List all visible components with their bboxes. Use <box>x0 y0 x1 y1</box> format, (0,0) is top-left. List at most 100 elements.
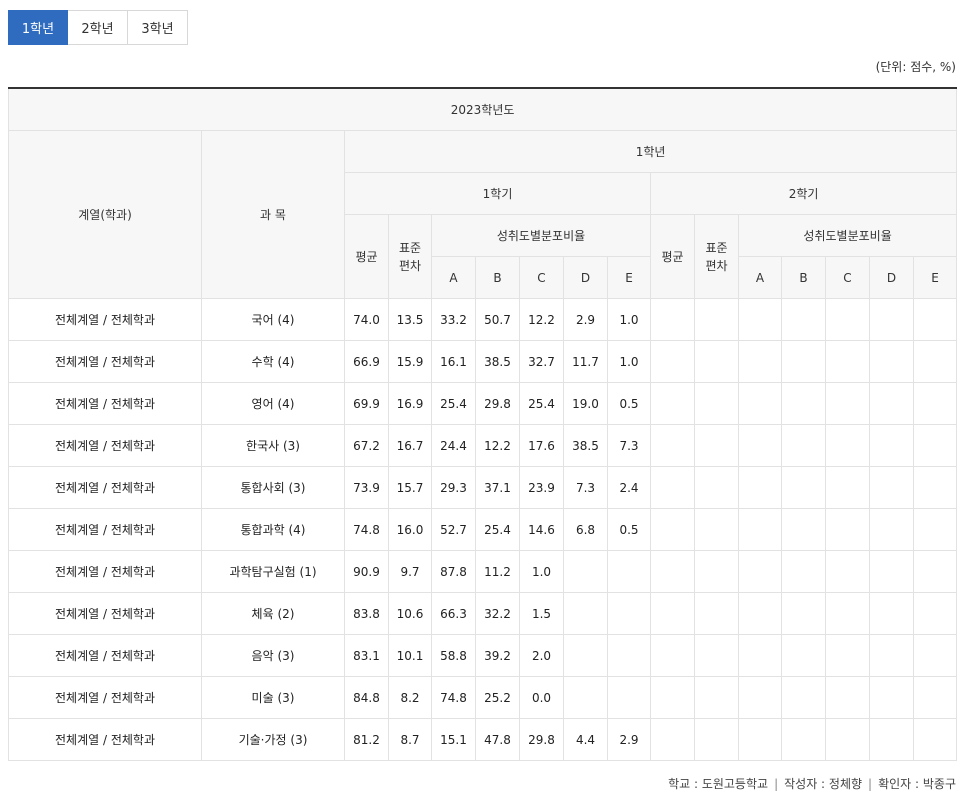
cell-sem2-empty <box>825 550 870 593</box>
cell-std: 16.9 <box>388 382 432 425</box>
cell-subject: 미술 (3) <box>201 676 345 719</box>
cell-sem2-empty <box>869 718 914 761</box>
cell-sem2-empty <box>912 634 958 677</box>
cell-dept: 전체계열 / 전체학과 <box>8 424 202 467</box>
table-row: 전체계열 / 전체학과 음악 (3) 83.1 10.1 58.8 39.2 2.0 <box>8 634 958 677</box>
cell-sem2-empty <box>694 466 739 509</box>
cell-std: 8.7 <box>388 718 432 761</box>
cell-avg: 67.2 <box>344 424 389 467</box>
cell-e: 2.4 <box>607 466 651 509</box>
cell-c: 17.6 <box>519 424 564 467</box>
cell-sem2-empty <box>781 298 826 341</box>
grade-tabs: 1학년 2학년 3학년 <box>8 10 188 45</box>
cell-std: 8.2 <box>388 676 432 719</box>
grade-e-header: E <box>607 256 651 299</box>
cell-sem2-empty <box>912 382 958 425</box>
cell-std: 13.5 <box>388 298 432 341</box>
tab-grade-2[interactable]: 2학년 <box>68 10 128 45</box>
cell-avg: 74.8 <box>344 508 389 551</box>
cell-sem2-empty <box>869 466 914 509</box>
cell-e: 7.3 <box>607 424 651 467</box>
cell-subject: 통합사회 (3) <box>201 466 345 509</box>
cell-sem2-empty <box>869 550 914 593</box>
cell-e: 2.9 <box>607 718 651 761</box>
cell-sem2-empty <box>912 508 958 551</box>
cell-sem2-empty <box>869 298 914 341</box>
tab-grade-3[interactable]: 3학년 <box>128 10 188 45</box>
cell-a: 52.7 <box>431 508 476 551</box>
table-row: 전체계열 / 전체학과 수학 (4) 66.9 15.9 16.1 38.5 32.7 11.… <box>8 340 958 383</box>
cell-d: 2.9 <box>563 298 608 341</box>
cell-sem2-empty <box>694 340 739 383</box>
cell-sem2-empty <box>825 424 870 467</box>
cell-e <box>607 634 651 677</box>
cell-a: 66.3 <box>431 592 476 635</box>
grade-d-header: D <box>869 256 914 299</box>
cell-sem2-empty <box>781 424 826 467</box>
cell-sem2-empty <box>650 718 695 761</box>
cell-sem2-empty <box>738 676 782 719</box>
cell-sem2-empty <box>650 550 695 593</box>
cell-std: 9.7 <box>388 550 432 593</box>
cell-sem2-empty <box>650 340 695 383</box>
avg-header-sem1: 평균 <box>344 214 389 299</box>
cell-avg: 69.9 <box>344 382 389 425</box>
cell-e: 0.5 <box>607 382 651 425</box>
cell-b: 39.2 <box>475 634 520 677</box>
cell-subject: 한국사 (3) <box>201 424 345 467</box>
cell-d: 7.3 <box>563 466 608 509</box>
cell-b: 25.4 <box>475 508 520 551</box>
cell-subject: 음악 (3) <box>201 634 345 677</box>
cell-sem2-empty <box>781 550 826 593</box>
cell-sem2-empty <box>738 298 782 341</box>
tab-grade-1[interactable]: 1학년 <box>8 10 68 45</box>
cell-std: 15.9 <box>388 340 432 383</box>
cell-sem2-empty <box>869 340 914 383</box>
cell-sem2-empty <box>825 592 870 635</box>
cell-avg: 90.9 <box>344 550 389 593</box>
semester-1-header: 1학기 <box>344 172 651 215</box>
cell-sem2-empty <box>738 340 782 383</box>
dist-header-sem2: 성취도별분포비율 <box>737 214 958 257</box>
cell-avg: 81.2 <box>344 718 389 761</box>
cell-sem2-empty <box>869 424 914 467</box>
cell-sem2-empty <box>781 508 826 551</box>
cell-avg: 66.9 <box>344 340 389 383</box>
cell-e: 1.0 <box>607 340 651 383</box>
cell-sem2-empty <box>738 508 782 551</box>
dept-header: 계열(학과) <box>8 130 202 299</box>
cell-sem2-empty <box>912 718 958 761</box>
cell-sem2-empty <box>869 508 914 551</box>
table-row: 전체계열 / 전체학과 영어 (4) 69.9 16.9 25.4 29.8 25.4 19.… <box>8 382 958 425</box>
cell-sem2-empty <box>738 382 782 425</box>
cell-dept: 전체계열 / 전체학과 <box>8 634 202 677</box>
cell-sem2-empty <box>738 634 782 677</box>
table-row: 전체계열 / 전체학과 통합과학 (4) 74.8 16.0 52.7 25.4 14.6 6… <box>8 508 958 551</box>
cell-a: 74.8 <box>431 676 476 719</box>
cell-a: 87.8 <box>431 550 476 593</box>
cell-sem2-empty <box>650 382 695 425</box>
cell-c: 1.5 <box>519 592 564 635</box>
cell-c: 0.0 <box>519 676 564 719</box>
cell-dept: 전체계열 / 전체학과 <box>8 550 202 593</box>
cell-sem2-empty <box>781 718 826 761</box>
cell-sem2-empty <box>738 466 782 509</box>
subject-header: 과 목 <box>201 130 345 299</box>
cell-b: 12.2 <box>475 424 520 467</box>
cell-dept: 전체계열 / 전체학과 <box>8 676 202 719</box>
cell-sem2-empty <box>912 424 958 467</box>
cell-b: 50.7 <box>475 298 520 341</box>
cell-dept: 전체계열 / 전체학과 <box>8 718 202 761</box>
cell-e: 1.0 <box>607 298 651 341</box>
cell-sem2-empty <box>825 676 870 719</box>
cell-sem2-empty <box>650 676 695 719</box>
grade-c-header: C <box>519 256 564 299</box>
cell-dept: 전체계열 / 전체학과 <box>8 298 202 341</box>
footer-checker: 확인자 : 박종구 <box>878 777 956 791</box>
unit-note: (단위: 점수, %) <box>875 60 956 74</box>
cell-subject: 기술·가정 (3) <box>201 718 345 761</box>
cell-e <box>607 550 651 593</box>
table-row: 전체계열 / 전체학과 과학탐구실험 (1) 90.9 9.7 87.8 11.2 1.0 <box>8 550 958 593</box>
cell-sem2-empty <box>738 550 782 593</box>
cell-d <box>563 550 608 593</box>
